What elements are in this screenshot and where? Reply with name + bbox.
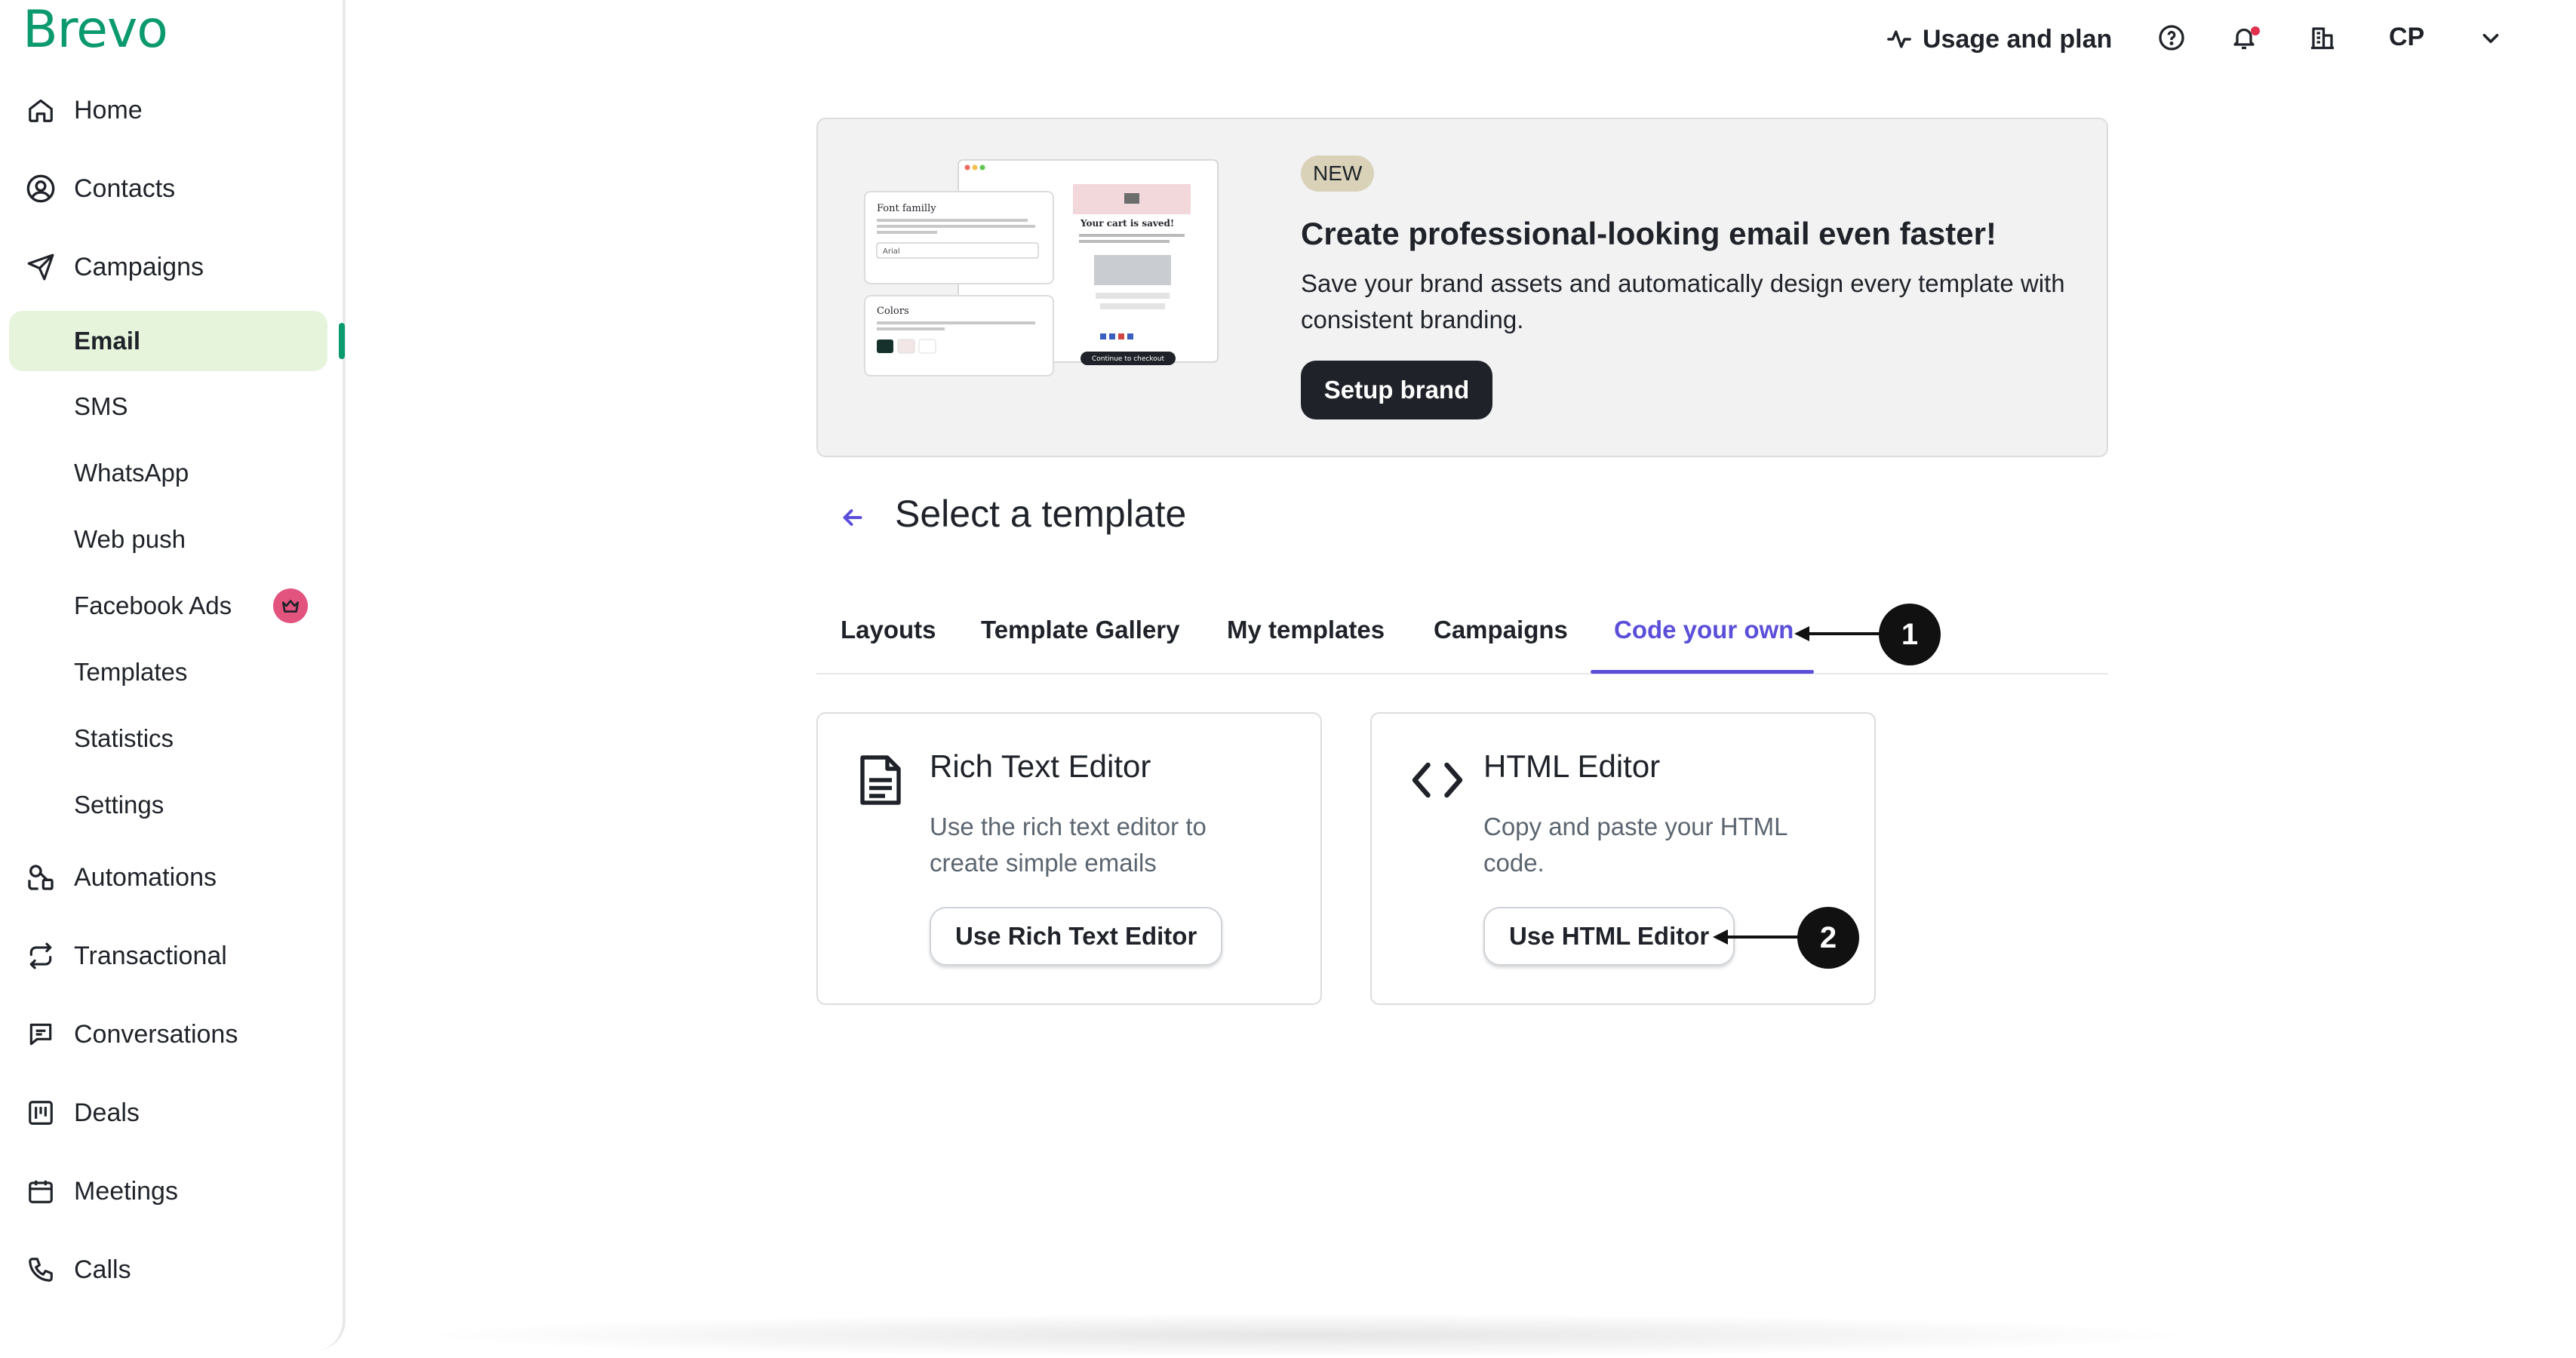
send-icon	[26, 252, 56, 282]
annotation-step-1: 1	[1879, 604, 1941, 665]
active-tab-underline	[1591, 670, 1814, 674]
sidebar-item-label: Deals	[74, 1098, 140, 1127]
brand-illustration: Your cart is saved! Continue to checkout…	[860, 158, 1222, 377]
help-icon[interactable]	[2155, 21, 2188, 54]
code-icon	[1411, 759, 1464, 805]
home-icon	[26, 95, 56, 125]
card-title: Rich Text Editor	[930, 748, 1151, 784]
sidebar-item-label: Contacts	[74, 174, 176, 203]
usage-and-plan-button[interactable]: Usage and plan	[1886, 20, 2112, 59]
new-badge: NEW	[1301, 155, 1375, 192]
sidebar-item-label: Calls	[74, 1255, 131, 1284]
sidebar-item-label: Settings	[74, 791, 164, 819]
sidebar-item-web-push[interactable]: Web push	[0, 509, 346, 570]
sidebar-item-deals[interactable]: Deals	[0, 1083, 346, 1143]
sidebar-item-templates[interactable]: Templates	[0, 642, 346, 702]
card-title: HTML Editor	[1483, 748, 1661, 784]
sidebar-item-meetings[interactable]: Meetings	[0, 1161, 346, 1221]
card-description: Copy and paste your HTML code.	[1483, 813, 1788, 877]
brand-setup-banner: Your cart is saved! Continue to checkout…	[816, 118, 2108, 457]
usage-and-plan-label: Usage and plan	[1923, 24, 2113, 54]
tab-code-your-own[interactable]: Code your own	[1614, 616, 1794, 644]
sidebar-item-label: Meetings	[74, 1176, 178, 1206]
illustration-cart-title: Your cart is saved!	[1080, 218, 1174, 229]
sidebar-item-sms[interactable]: SMS	[0, 376, 346, 437]
organization-icon[interactable]	[2306, 21, 2339, 54]
tab-campaigns[interactable]: Campaigns	[1434, 616, 1568, 644]
sidebar-item-settings[interactable]: Settings	[0, 775, 346, 835]
page-title: Select a template	[895, 493, 1187, 535]
banner-description: Save your brand assets and automatically…	[1301, 269, 2065, 333]
rich-text-editor-card: Rich Text Editor Use the rich text edito…	[816, 712, 1322, 1005]
sidebar-item-campaigns[interactable]: Campaigns	[0, 237, 346, 297]
banner-title: Create professional-looking email even f…	[1301, 216, 1997, 251]
tab-template-gallery[interactable]: Template Gallery	[981, 616, 1180, 644]
sidebar-item-statistics[interactable]: Statistics	[0, 708, 346, 769]
sidebar-item-label: Templates	[74, 658, 188, 686]
automation-icon	[26, 862, 56, 893]
sidebar: Brevo Home Contacts Campaigns Email SMS …	[0, 0, 346, 1350]
user-avatar[interactable]: CP	[2389, 23, 2424, 52]
document-icon	[857, 753, 904, 811]
sidebar-item-label: Facebook Ads	[74, 591, 232, 619]
deals-icon	[26, 1098, 56, 1128]
tab-my-templates[interactable]: My templates	[1227, 616, 1385, 644]
chat-icon	[26, 1019, 56, 1049]
sidebar-item-conversations[interactable]: Conversations	[0, 1004, 346, 1065]
sidebar-item-label: Web push	[74, 525, 186, 553]
sidebar-item-calls[interactable]: Calls	[0, 1240, 346, 1300]
tab-layouts[interactable]: Layouts	[841, 616, 936, 644]
chevron-down-icon[interactable]	[2478, 26, 2504, 55]
html-editor-card: HTML Editor Copy and paste your HTML cod…	[1370, 712, 1876, 1005]
card-description: Use the rich text editor to create simpl…	[930, 813, 1207, 877]
back-arrow-icon[interactable]	[839, 504, 866, 531]
tabs-divider	[816, 673, 2108, 674]
crown-icon	[273, 588, 308, 623]
transactional-icon	[26, 941, 56, 971]
notification-dot	[2251, 26, 2260, 35]
bottom-shadow	[407, 1313, 2203, 1358]
calendar-icon	[26, 1176, 56, 1206]
illustration-colors-label: Colors	[877, 306, 909, 317]
sidebar-item-label: SMS	[74, 392, 128, 420]
use-html-editor-button[interactable]: Use HTML Editor	[1483, 907, 1735, 966]
sidebar-item-label: Automations	[74, 862, 217, 892]
sidebar-item-automations[interactable]: Automations	[0, 847, 346, 908]
sidebar-item-label: Conversations	[74, 1019, 238, 1049]
sidebar-item-label: Transactional	[74, 941, 227, 970]
sidebar-item-label: Home	[74, 95, 143, 124]
annotation-step-2: 2	[1797, 907, 1859, 969]
sidebar-item-transactional[interactable]: Transactional	[0, 926, 346, 986]
sidebar-item-label: Email	[74, 327, 141, 355]
illustration-font-label: Font familly	[877, 203, 936, 214]
sidebar-item-home[interactable]: Home	[0, 80, 346, 140]
sidebar-item-label: WhatsApp	[74, 459, 189, 487]
illustration-font-value: Arial	[883, 247, 900, 256]
sidebar-item-label: Campaigns	[74, 252, 204, 281]
brevo-logo[interactable]: Brevo	[23, 0, 168, 60]
sidebar-item-whatsapp[interactable]: WhatsApp	[0, 443, 346, 503]
sidebar-item-label: Statistics	[74, 724, 174, 752]
use-rich-text-editor-button[interactable]: Use Rich Text Editor	[930, 907, 1223, 966]
sidebar-item-contacts[interactable]: Contacts	[0, 158, 346, 219]
illustration-cta: Continue to checkout	[1092, 355, 1164, 363]
activity-icon	[1887, 30, 1911, 48]
phone-icon	[26, 1255, 56, 1285]
contacts-icon	[26, 174, 56, 204]
sidebar-item-email[interactable]: Email	[0, 311, 346, 371]
setup-brand-button[interactable]: Setup brand	[1301, 361, 1492, 419]
annotation-arrow-2	[1713, 929, 1805, 945]
